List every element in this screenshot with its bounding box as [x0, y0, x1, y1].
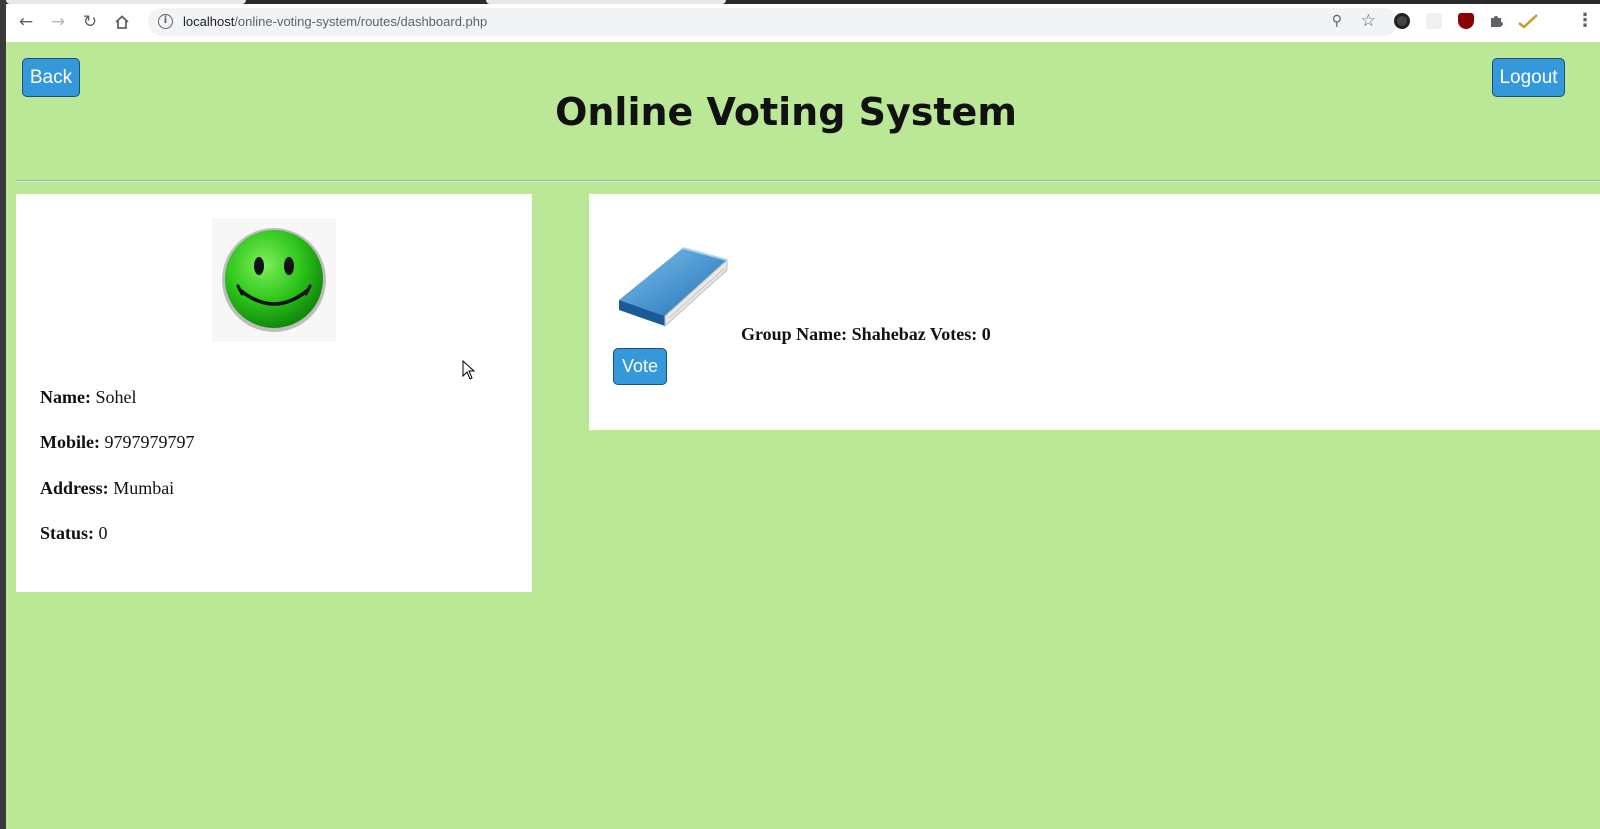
- extension-icon[interactable]: [1426, 13, 1442, 29]
- profile-name: Name: Sohel: [40, 387, 137, 407]
- smiley-face-icon: [212, 218, 336, 342]
- profile-address: Address: Mumbai: [40, 478, 175, 498]
- site-info-icon[interactable]: i: [158, 14, 173, 29]
- browser-toolbar: ← → ↻ i localhost/online-voting-system/r…: [6, 0, 1600, 42]
- group-card: Vote Group Name: Shahebaz Votes: 0: [589, 194, 1600, 430]
- group-info: Group Name: Shahebaz Votes: 0: [741, 324, 991, 344]
- reload-icon[interactable]: ↻: [78, 10, 102, 34]
- home-icon[interactable]: [110, 10, 134, 34]
- mouse-cursor-icon: [462, 359, 476, 385]
- browser-tab[interactable]: [6, 0, 246, 4]
- puzzle-icon[interactable]: [1488, 13, 1504, 29]
- profile-card: Name: Sohel Mobile: 9797979797 Address: …: [16, 194, 532, 592]
- menu-icon[interactable]: ⋮: [1576, 10, 1594, 31]
- profile-mobile: Mobile: 9797979797: [40, 432, 195, 452]
- page-title: Online Voting System: [555, 90, 1017, 134]
- profile-status: Status: 0: [40, 523, 108, 543]
- back-arrow-icon[interactable]: ←: [14, 10, 38, 34]
- dashboard-page: Back Logout Online Voting System Name: S…: [6, 42, 1600, 829]
- header-divider: [16, 180, 1600, 182]
- ublock-icon[interactable]: [1458, 13, 1474, 29]
- browser-tab[interactable]: [486, 0, 726, 4]
- url-text: localhost/online-voting-system/routes/da…: [183, 14, 488, 29]
- address-bar[interactable]: i localhost/online-voting-system/routes/…: [148, 8, 1398, 36]
- extension-icon[interactable]: [1518, 13, 1538, 29]
- bookmark-star-icon[interactable]: ☆: [1361, 11, 1376, 31]
- extension-icon[interactable]: [1394, 13, 1410, 29]
- vote-button[interactable]: Vote: [613, 348, 667, 385]
- zoom-icon[interactable]: ⚲: [1332, 13, 1342, 29]
- book-icon: [615, 238, 731, 335]
- forward-arrow-icon[interactable]: →: [46, 10, 70, 34]
- tab-strip: [6, 0, 1600, 4]
